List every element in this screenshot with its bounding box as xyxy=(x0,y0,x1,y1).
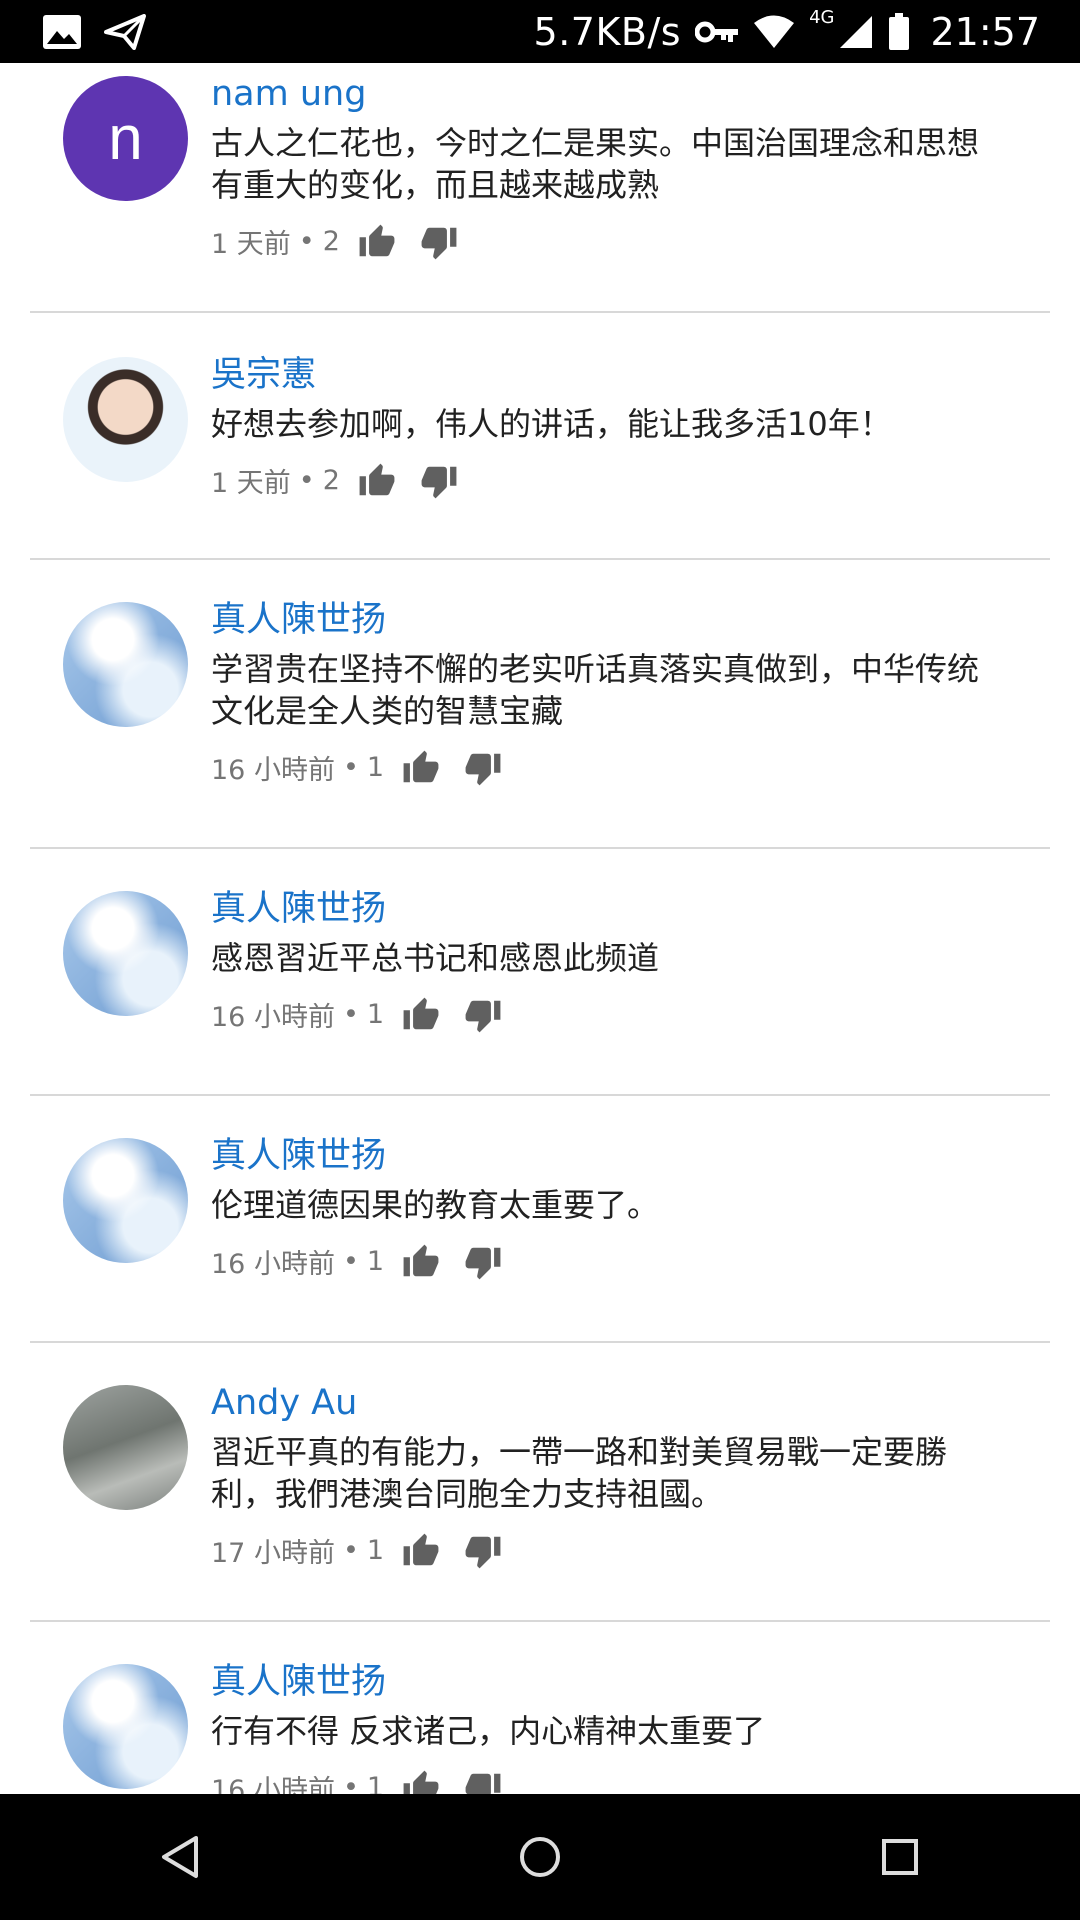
comment-author[interactable]: 真人陳世扬 xyxy=(211,600,1010,640)
like-count: 1 xyxy=(366,1246,385,1277)
avatar[interactable]: n xyxy=(63,76,188,201)
comment-text: 古人之仁花也，今时之仁是果实。中国治国理念和思想有重大的变化，而且越来越成熟 xyxy=(211,124,980,204)
battery-icon xyxy=(889,12,910,50)
like-count: 1 xyxy=(366,1535,385,1566)
comment-meta: 17 小時前 • 1 xyxy=(211,1531,1010,1570)
recents-button[interactable] xyxy=(855,1812,945,1902)
thumbs-down-icon[interactable] xyxy=(464,1532,502,1570)
send-icon xyxy=(104,13,146,50)
thumbs-up-icon[interactable] xyxy=(402,1769,440,1795)
comment-time: 1 天前 xyxy=(211,468,291,499)
like-count: 1 xyxy=(366,999,385,1030)
comment-text: 感恩習近平总书记和感恩此频道 xyxy=(211,939,660,977)
wifi-icon xyxy=(754,15,795,48)
comment-item: Andy Au 習近平真的有能力，一帶一路和對美貿易戰一定要勝利，我們港澳台同胞… xyxy=(30,1343,1050,1622)
like-count: 2 xyxy=(322,465,340,496)
comment-meta: 1 天前 • 2 xyxy=(211,461,1010,500)
comment-meta: 16 小時前 • 1 xyxy=(211,1242,1010,1281)
comment-meta: 16 小時前 • 1 xyxy=(211,748,1010,787)
thumbs-up-icon[interactable] xyxy=(402,996,440,1034)
thumbs-up-icon[interactable] xyxy=(402,749,440,787)
back-icon xyxy=(162,1836,198,1878)
home-icon xyxy=(520,1837,560,1877)
comment-meta: 16 小時前 • 1 xyxy=(211,995,1010,1034)
comment-item: 真人陳世扬 伦理道德因果的教育太重要了。 16 小時前 • 1 xyxy=(30,1096,1050,1343)
comment-meta: 1 天前 • 2 xyxy=(211,222,1010,261)
recents-icon xyxy=(882,1839,918,1875)
clock: 21:57 xyxy=(930,9,1040,54)
comment-meta: 16 小時前 • 1 xyxy=(211,1768,1010,1794)
comment-text: 伦理道德因果的教育太重要了。 xyxy=(211,1186,660,1224)
comment-author[interactable]: Andy Au xyxy=(211,1383,1010,1423)
comment-text: 学習贵在坚持不懈的老实听话真落实真做到，中华传统文化是全人类的智慧宝藏 xyxy=(211,650,980,730)
avatar[interactable] xyxy=(63,357,188,482)
comment-item: n nam ung 古人之仁花也，今时之仁是果实。中国治国理念和思想有重大的变化… xyxy=(30,63,1050,313)
comment-author[interactable]: 真人陳世扬 xyxy=(211,1136,1010,1176)
thumbs-down-icon[interactable] xyxy=(464,749,502,787)
signal-icon xyxy=(840,15,873,48)
thumbs-down-icon[interactable] xyxy=(464,996,502,1034)
like-count: 2 xyxy=(322,226,340,257)
thumbs-up-icon[interactable] xyxy=(402,1532,440,1570)
avatar[interactable] xyxy=(63,1385,188,1510)
thumbs-up-icon[interactable] xyxy=(402,1243,440,1281)
comment-item: 真人陳世扬 感恩習近平总书记和感恩此频道 16 小時前 • 1 xyxy=(30,849,1050,1096)
comment-item: 吳宗憲 好想去参加啊，伟人的讲话，能让我多活10年！ 1 天前 • 2 xyxy=(30,313,1050,560)
home-button[interactable] xyxy=(495,1812,585,1902)
avatar[interactable] xyxy=(63,1138,188,1263)
comment-time: 17 小時前 xyxy=(211,1538,335,1569)
thumbs-up-icon[interactable] xyxy=(358,223,396,261)
avatar-letter: n xyxy=(108,104,143,173)
comment-text: 習近平真的有能力，一帶一路和對美貿易戰一定要勝利，我們港澳台同胞全力支持祖國。 xyxy=(211,1433,948,1513)
comment-author[interactable]: 真人陳世扬 xyxy=(211,889,1010,929)
comments-list[interactable]: n nam ung 古人之仁花也，今时之仁是果实。中国治国理念和思想有重大的变化… xyxy=(0,63,1080,1794)
like-count: 1 xyxy=(366,752,385,783)
thumbs-down-icon[interactable] xyxy=(420,223,458,261)
comment-item: 真人陳世扬 学習贵在坚持不懈的老实听话真落实真做到，中华传统文化是全人类的智慧宝… xyxy=(30,560,1050,849)
comment-text: 行有不得 反求诸己，内心精神太重要了 xyxy=(211,1712,766,1750)
comment-time: 16 小時前 xyxy=(211,755,335,786)
thumbs-down-icon[interactable] xyxy=(464,1769,502,1795)
avatar[interactable] xyxy=(63,1664,188,1789)
vpn-key-icon xyxy=(695,21,739,42)
comment-time: 1 天前 xyxy=(211,229,291,260)
like-count: 1 xyxy=(366,1772,385,1794)
image-icon xyxy=(43,14,81,49)
network-type: 4G xyxy=(809,7,835,28)
avatar[interactable] xyxy=(63,891,188,1016)
comment-author[interactable]: 真人陳世扬 xyxy=(211,1662,1010,1702)
comment-time: 16 小時前 xyxy=(211,1775,335,1794)
thumbs-down-icon[interactable] xyxy=(464,1243,502,1281)
thumbs-up-icon[interactable] xyxy=(358,462,396,500)
comment-author[interactable]: 吳宗憲 xyxy=(211,355,1010,395)
thumbs-down-icon[interactable] xyxy=(420,462,458,500)
navigation-bar xyxy=(0,1794,1080,1920)
status-bar: 5.7KB/s 4G 21:57 xyxy=(0,0,1080,63)
comment-author[interactable]: nam ung xyxy=(211,74,1010,114)
back-button[interactable] xyxy=(135,1812,225,1902)
comment-time: 16 小時前 xyxy=(211,1249,335,1280)
comment-text: 好想去参加啊，伟人的讲话，能让我多活10年！ xyxy=(211,405,892,443)
avatar[interactable] xyxy=(63,602,188,727)
comment-time: 16 小時前 xyxy=(211,1002,335,1033)
network-speed: 5.7KB/s xyxy=(533,9,682,54)
comment-item: 真人陳世扬 行有不得 反求诸己，内心精神太重要了 16 小時前 • 1 xyxy=(30,1622,1050,1794)
